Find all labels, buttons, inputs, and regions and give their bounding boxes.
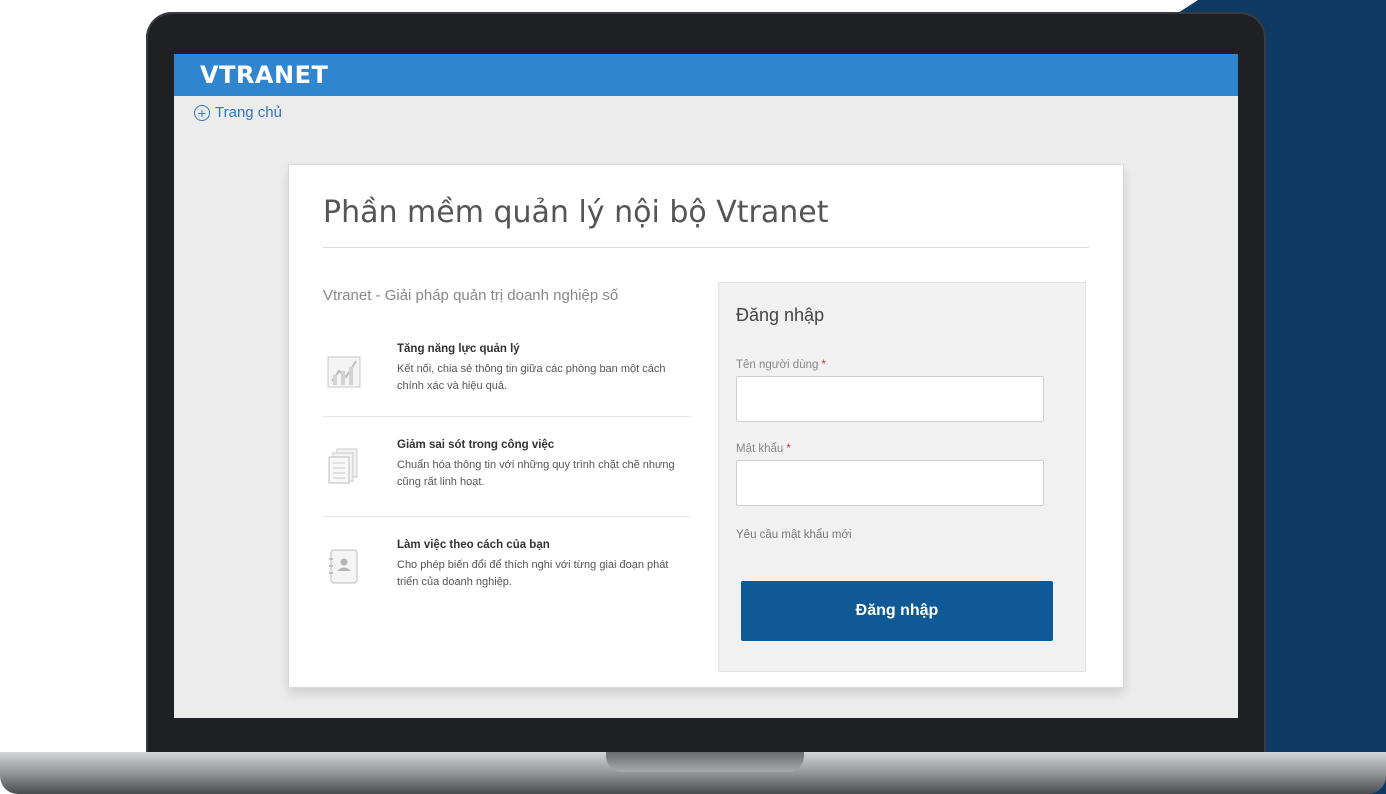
feature-title: Giảm sai sót trong công việc xyxy=(397,439,555,451)
required-mark: * xyxy=(821,359,826,371)
username-input[interactable] xyxy=(736,376,1044,422)
password-label: Mật khẩu * xyxy=(736,443,791,455)
title-divider xyxy=(323,247,1089,248)
required-mark: * xyxy=(786,443,791,455)
laptop-bezel-bottom xyxy=(174,718,1238,752)
feature-item: Giảm sai sót trong công việc Chuẩn hóa t… xyxy=(323,439,691,517)
request-new-password-link[interactable]: Yêu cầu mật khẩu mới xyxy=(736,529,852,541)
documents-icon xyxy=(327,447,361,485)
feature-title: Làm việc theo cách của bạn xyxy=(397,539,550,551)
main-card: Phần mềm quản lý nội bộ Vtranet Vtranet … xyxy=(288,164,1124,688)
top-bar: VTRANET xyxy=(174,54,1238,96)
password-label-text: Mật khẩu xyxy=(736,443,784,455)
feature-description: Cho phép biến đổi để thích nghi với từng… xyxy=(397,559,669,588)
feature-description: Chuẩn hóa thông tin với những quy trình … xyxy=(397,459,675,488)
brand-logo[interactable]: VTRANET xyxy=(200,61,328,89)
plus-circle-icon: + xyxy=(194,104,210,121)
login-button[interactable]: Đăng nhập xyxy=(741,581,1053,641)
feature-description: Kết nối, chia sẻ thông tin giữa các phòn… xyxy=(397,363,666,392)
home-link-label: Trang chủ xyxy=(215,104,282,121)
home-link[interactable]: + Trang chủ xyxy=(194,104,282,121)
tagline: Vtranet - Giải pháp quản trị doanh nghiệ… xyxy=(323,287,619,304)
feature-item: Làm việc theo cách của bạn Cho phép biến… xyxy=(323,539,691,619)
password-input[interactable] xyxy=(736,460,1044,506)
username-label-text: Tên người dùng xyxy=(736,359,819,371)
feature-item: Tăng năng lực quản lý Kết nối, chia sẻ t… xyxy=(323,343,691,417)
login-title: Đăng nhập xyxy=(736,305,825,325)
contact-card-icon xyxy=(327,547,361,585)
page-title: Phần mềm quản lý nội bộ Vtranet xyxy=(323,195,829,230)
username-label: Tên người dùng * xyxy=(736,359,826,371)
chart-icon xyxy=(327,351,361,389)
laptop-notch xyxy=(606,752,804,772)
feature-title: Tăng năng lực quản lý xyxy=(397,343,520,355)
browser-screen: VTRANET + Trang chủ Phần mềm quản lý nội… xyxy=(174,54,1238,718)
login-panel: Đăng nhập Tên người dùng * Mật khẩu * Yêu … xyxy=(718,282,1086,672)
